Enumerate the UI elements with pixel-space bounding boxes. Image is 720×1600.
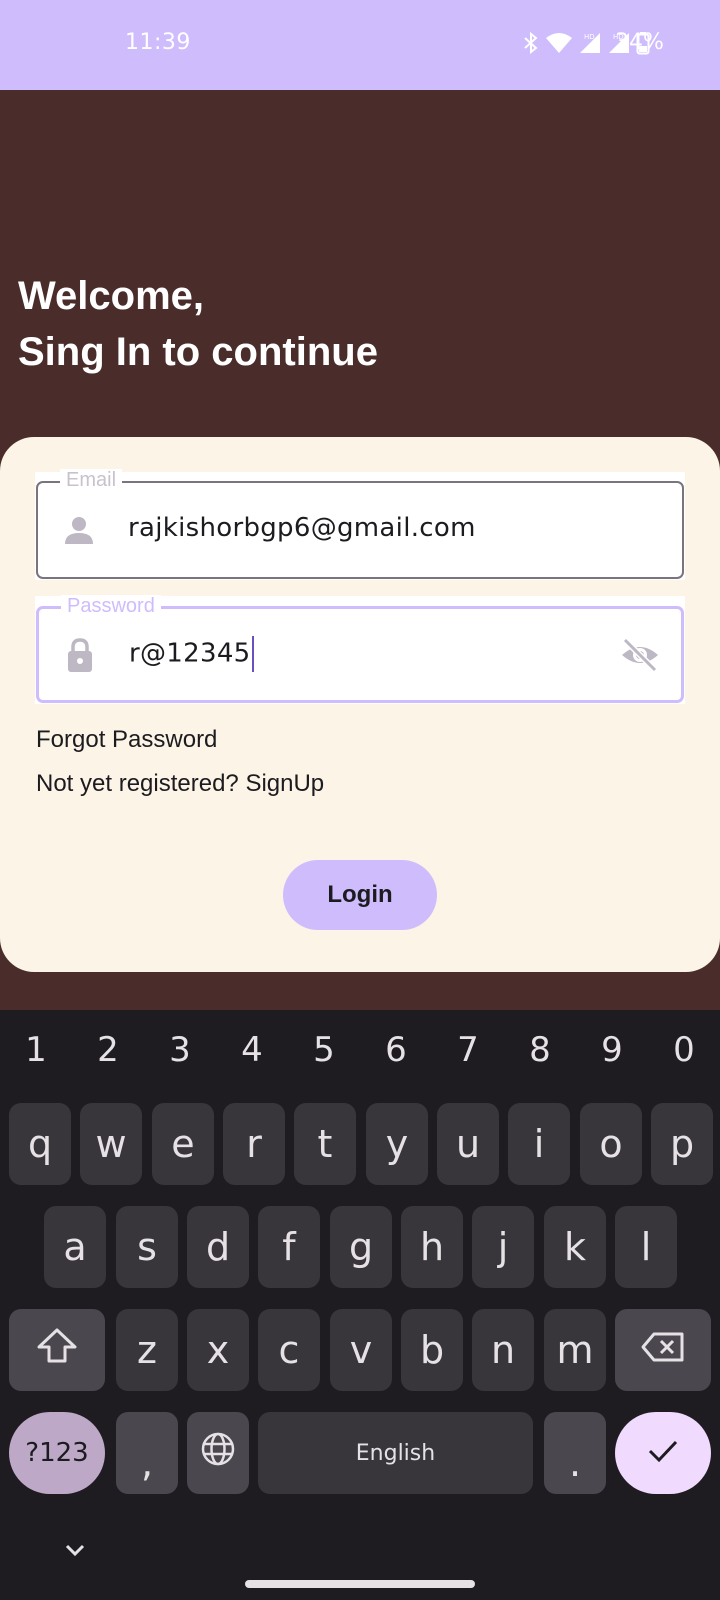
status-bar: 11:39 HD HD 34%	[0, 0, 720, 90]
key-x[interactable]: x	[187, 1309, 249, 1391]
key-9[interactable]: 9	[576, 1030, 648, 1070]
key-s[interactable]: s	[116, 1206, 178, 1288]
email-field[interactable]: Email rajkishorbgp6@gmail.com	[36, 469, 684, 579]
battery-percent: 34%	[615, 30, 664, 55]
forgot-password-link[interactable]: Forgot Password	[36, 726, 217, 754]
key-k[interactable]: k	[544, 1206, 606, 1288]
eye-off-icon[interactable]	[619, 635, 661, 680]
navigation-handle[interactable]	[245, 1580, 475, 1588]
email-label: Email	[60, 469, 123, 491]
check-icon	[645, 1431, 681, 1475]
lock-icon	[63, 636, 97, 679]
password-label: Password	[61, 595, 161, 617]
comma-key[interactable]: ,	[116, 1412, 178, 1494]
key-4[interactable]: 4	[216, 1030, 288, 1070]
key-3[interactable]: 3	[144, 1030, 216, 1070]
signal-icon: HD	[578, 31, 602, 55]
key-g[interactable]: g	[330, 1206, 392, 1288]
key-5[interactable]: 5	[288, 1030, 360, 1070]
svg-text:HD: HD	[584, 33, 595, 41]
signin-line: Sing In to continue	[18, 330, 378, 374]
key-u[interactable]: u	[437, 1103, 499, 1185]
backspace-icon	[640, 1328, 686, 1372]
email-input[interactable]: rajkishorbgp6@gmail.com	[128, 513, 476, 543]
status-time: 11:39	[125, 30, 191, 55]
key-a[interactable]: a	[44, 1206, 106, 1288]
key-1[interactable]: 1	[0, 1030, 72, 1070]
shift-icon	[36, 1327, 78, 1374]
key-c[interactable]: c	[258, 1309, 320, 1391]
space-key[interactable]: English	[258, 1412, 533, 1494]
welcome-line: Welcome,	[18, 274, 204, 318]
key-l[interactable]: l	[615, 1206, 677, 1288]
keyboard	[0, 1010, 720, 1600]
key-z[interactable]: z	[116, 1309, 178, 1391]
key-7[interactable]: 7	[432, 1030, 504, 1070]
globe-icon	[200, 1431, 236, 1476]
period-key[interactable]: .	[544, 1412, 606, 1494]
login-button[interactable]: Login	[283, 860, 437, 930]
welcome-heading: Welcome, Sing In to continue	[18, 268, 378, 380]
key-p[interactable]: p	[651, 1103, 713, 1185]
password-value: r@12345	[129, 638, 251, 669]
key-6[interactable]: 6	[360, 1030, 432, 1070]
key-r[interactable]: r	[223, 1103, 285, 1185]
key-j[interactable]: j	[472, 1206, 534, 1288]
key-d[interactable]: d	[187, 1206, 249, 1288]
key-t[interactable]: t	[294, 1103, 356, 1185]
key-8[interactable]: 8	[504, 1030, 576, 1070]
password-input[interactable]: r@12345	[129, 636, 254, 672]
key-q[interactable]: q	[9, 1103, 71, 1185]
key-f[interactable]: f	[258, 1206, 320, 1288]
number-row: 1 2 3 4 5 6 7 8 9 0	[0, 1030, 720, 1070]
text-cursor	[251, 636, 254, 672]
wifi-icon	[545, 31, 573, 55]
language-key[interactable]	[187, 1412, 249, 1494]
key-b[interactable]: b	[401, 1309, 463, 1391]
bluetooth-icon	[522, 31, 540, 55]
key-2[interactable]: 2	[72, 1030, 144, 1070]
person-icon	[62, 513, 96, 552]
key-h[interactable]: h	[401, 1206, 463, 1288]
key-n[interactable]: n	[472, 1309, 534, 1391]
key-v[interactable]: v	[330, 1309, 392, 1391]
signup-link[interactable]: Not yet registered? SignUp	[36, 770, 324, 798]
done-key[interactable]	[615, 1412, 711, 1494]
chevron-down-icon[interactable]	[62, 1540, 88, 1565]
key-0[interactable]: 0	[648, 1030, 720, 1070]
key-w[interactable]: w	[80, 1103, 142, 1185]
symbols-key[interactable]: ?123	[9, 1412, 105, 1494]
key-m[interactable]: m	[544, 1309, 606, 1391]
key-o[interactable]: o	[580, 1103, 642, 1185]
key-i[interactable]: i	[508, 1103, 570, 1185]
key-y[interactable]: y	[366, 1103, 428, 1185]
backspace-key[interactable]	[615, 1309, 711, 1391]
key-e[interactable]: e	[152, 1103, 214, 1185]
shift-key[interactable]	[9, 1309, 105, 1391]
password-field[interactable]: Password r@12345	[36, 595, 684, 703]
